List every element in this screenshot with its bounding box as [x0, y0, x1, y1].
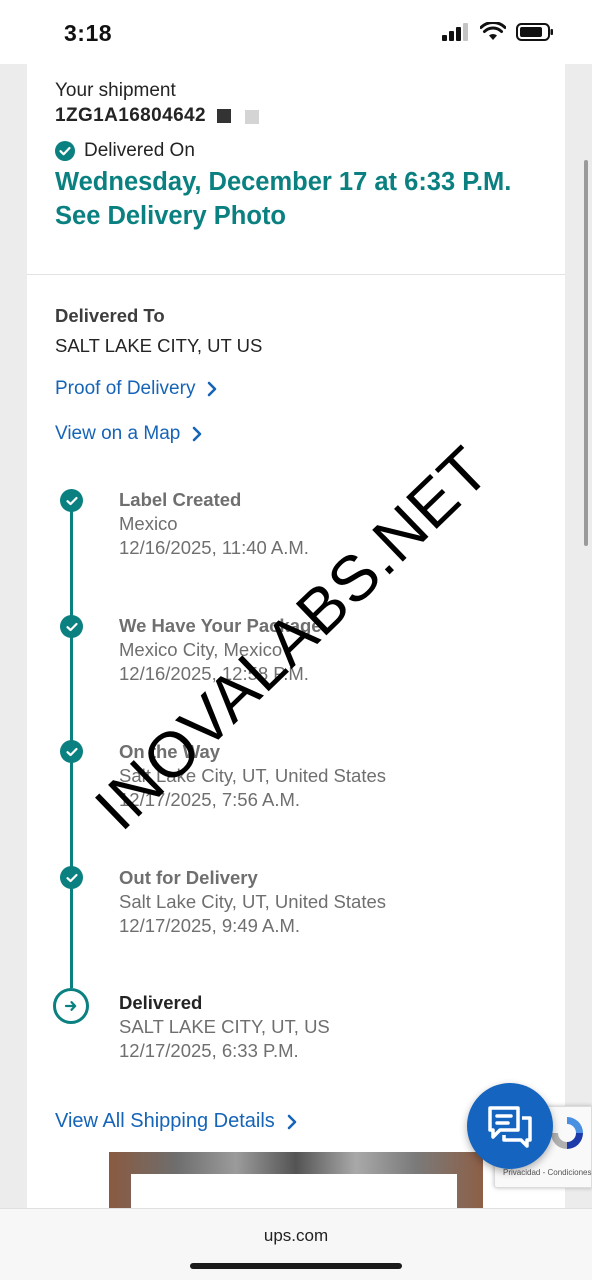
timeline-event-title: Label Created	[119, 489, 242, 510]
view-on-map-label: View on a Map	[55, 423, 181, 444]
chevron-right-icon	[208, 381, 217, 397]
timeline-event-title: We Have Your Package	[119, 615, 322, 636]
timeline-event-datetime: 12/16/2025, 12:58 P.M.	[119, 663, 309, 684]
cellular-signal-icon	[442, 23, 468, 41]
timeline-event-datetime: 12/17/2025, 6:33 P.M.	[119, 1040, 299, 1061]
chat-button[interactable]	[467, 1083, 553, 1169]
delivered-on-row: Delivered On	[55, 140, 195, 162]
timeline-event-datetime: 12/17/2025, 9:49 A.M.	[119, 915, 301, 936]
chat-bubbles-icon	[488, 1106, 532, 1148]
shipment-label: Your shipment	[55, 80, 176, 101]
redaction-mark	[245, 110, 259, 124]
delivered-to-heading: Delivered To	[55, 305, 165, 326]
chevron-right-icon	[193, 426, 202, 442]
view-all-shipping-details-link[interactable]: View All Shipping Details	[55, 1110, 297, 1133]
timeline-event-location: Mexico	[119, 513, 178, 534]
timeline-check-icon	[60, 866, 83, 889]
timeline-event-title: Delivered	[119, 992, 203, 1013]
battery-icon	[516, 23, 553, 41]
timeline-check-icon	[60, 615, 83, 638]
timeline-check-icon	[60, 740, 83, 763]
view-on-map-link[interactable]: View on a Map	[55, 423, 202, 445]
proof-of-delivery-label: Proof of Delivery	[55, 378, 196, 399]
timeline-event-title: Out for Delivery	[119, 867, 258, 888]
wifi-icon	[480, 22, 506, 40]
timeline-check-icon	[60, 489, 83, 512]
divider	[27, 274, 565, 275]
recaptcha-privacy-terms[interactable]: Privacidad - Condiciones	[503, 1168, 592, 1177]
redaction-mark	[217, 109, 231, 123]
check-circle-icon	[55, 141, 75, 161]
timeline-current-arrow-icon	[53, 988, 89, 1024]
tracking-card: Your shipment 1ZG1A16804642 Delivered On…	[27, 64, 565, 1208]
timeline-event-location: Salt Lake City, UT, United States	[119, 765, 386, 786]
timeline-event-location: Salt Lake City, UT, United States	[119, 891, 386, 912]
timeline-event-datetime: 12/16/2025, 11:40 A.M.	[119, 537, 309, 558]
delivered-on-label: Delivered On	[84, 140, 195, 161]
tracking-number: 1ZG1A16804642	[55, 105, 206, 126]
delivery-datetime: Wednesday, December 17 at 6:33 P.M.	[55, 168, 512, 196]
timeline-event-location: SALT LAKE CITY, UT, US	[119, 1016, 330, 1037]
view-all-shipping-details-label: View All Shipping Details	[55, 1110, 275, 1132]
timeline-event-datetime: 12/17/2025, 7:56 A.M.	[119, 789, 301, 810]
address-bar-url[interactable]: ups.com	[0, 1226, 592, 1246]
status-icons	[442, 22, 554, 42]
status-time: 3:18	[64, 20, 113, 46]
timeline-event-location: Mexico City, Mexico	[119, 639, 283, 660]
recaptcha-logo-icon	[551, 1117, 583, 1149]
promo-image-inner	[131, 1174, 457, 1208]
status-bar: 3:18	[0, 0, 592, 64]
delivered-to-location: SALT LAKE CITY, UT US	[55, 335, 263, 356]
home-indicator[interactable]	[190, 1263, 402, 1269]
chevron-right-icon	[287, 1114, 297, 1129]
see-delivery-photo-link[interactable]: See Delivery Photo	[55, 202, 286, 231]
timeline-event-title: On the Way	[119, 741, 221, 762]
proof-of-delivery-link[interactable]: Proof of Delivery	[55, 378, 217, 400]
browser-bottom-bar: ups.com	[0, 1208, 592, 1280]
scrollbar-thumb[interactable]	[584, 160, 588, 546]
